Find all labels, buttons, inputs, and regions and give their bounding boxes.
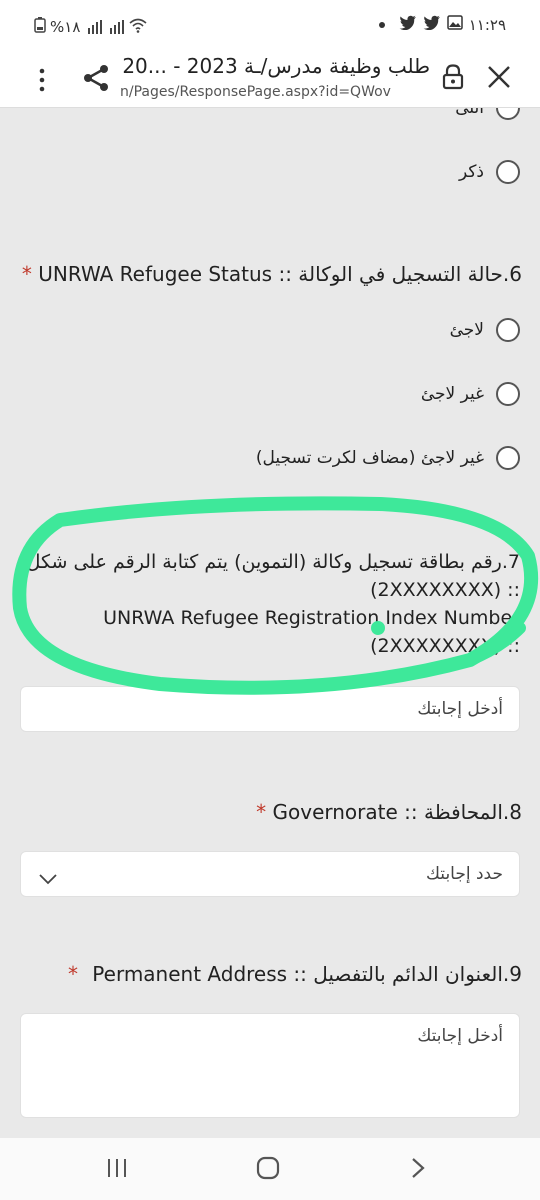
- governorate-select[interactable]: حدد إجابتك: [20, 851, 520, 897]
- chevron-down-icon: [39, 870, 57, 885]
- lock-icon[interactable]: [442, 64, 464, 90]
- option-label: ذكر: [458, 162, 484, 182]
- close-icon[interactable]: [486, 64, 512, 90]
- status-notifications: ١١:٢٩: [378, 15, 506, 34]
- back-icon[interactable]: [410, 1156, 426, 1180]
- input-placeholder: أدخل إجابتك: [417, 1026, 503, 1046]
- twitter-icon-2: [423, 15, 441, 34]
- signal-icon-2: [110, 20, 125, 34]
- question-7-line-2: :: (2XXXXXXXX): [370, 579, 520, 601]
- question-label: العنوان الدائم بالتفصيل :: Permanent Add…: [92, 962, 503, 986]
- select-placeholder: حدد إجابتك: [425, 864, 503, 884]
- notification-dot: [378, 21, 385, 28]
- question-6-title: 6.حالة التسجيل في الوكالة :: UNRWA Refug…: [22, 260, 522, 288]
- question-7-title: 7.رقم بطاقة تسجيل وكالة (التموين) يتم كت…: [27, 548, 520, 660]
- wifi-icon: [128, 17, 148, 37]
- question-7-line-3: UNRWA Refugee Registration Index Number: [103, 607, 520, 629]
- status-bar: %١٨ ١١:٢٩: [0, 0, 540, 50]
- required-mark: *: [67, 962, 78, 986]
- page-title: طلب وظيفة مدرس/ـة 2023 - ...20: [122, 54, 430, 78]
- question-8-title: 8.المحافظة :: Governorate *: [256, 798, 522, 826]
- option-male[interactable]: ذكر: [459, 160, 520, 184]
- more-options-icon[interactable]: [30, 66, 54, 94]
- recent-apps-icon[interactable]: [106, 1158, 128, 1178]
- share-icon[interactable]: [80, 62, 112, 94]
- page-url[interactable]: n/Pages/ResponsePage.aspx?id=QWov: [120, 84, 436, 100]
- question-number: 7.: [501, 551, 520, 573]
- battery-level: %١٨: [50, 18, 81, 36]
- battery-icon: [34, 17, 46, 37]
- option-refugee[interactable]: لاجئ: [450, 318, 520, 342]
- question-label: حالة التسجيل في الوكالة :: UNRWA Refugee…: [38, 262, 503, 286]
- status-indicators: %١٨: [34, 17, 148, 37]
- clock-time: ١١:٢٩: [468, 15, 506, 34]
- option-female[interactable]: أنثى: [455, 108, 520, 120]
- question-label: المحافظة :: Governorate: [272, 800, 503, 824]
- radio-button[interactable]: [496, 108, 520, 120]
- twitter-icon: [399, 15, 417, 34]
- question-number: 9.: [502, 962, 522, 986]
- permanent-address-input[interactable]: أدخل إجابتك: [20, 1013, 520, 1118]
- registration-number-input[interactable]: أدخل إجابتك: [20, 686, 520, 732]
- radio-button[interactable]: [496, 160, 520, 184]
- question-7-line-4: :: (2XXXXXXXX): [370, 635, 520, 657]
- option-non-refugee[interactable]: غير لاجئ: [421, 382, 520, 406]
- question-number: 6.: [502, 262, 522, 286]
- option-label: غير لاجئ: [420, 384, 484, 404]
- input-placeholder: أدخل إجابتك: [417, 699, 503, 719]
- required-mark: *: [256, 800, 267, 824]
- home-icon[interactable]: [256, 1156, 280, 1180]
- browser-toolbar: طلب وظيفة مدرس/ـة 2023 - ...20 n/Pages/R…: [0, 50, 540, 108]
- option-non-refugee-added[interactable]: غير لاجئ (مضاف لكرت تسجيل): [256, 446, 520, 470]
- radio-button[interactable]: [496, 318, 520, 342]
- question-9-title: 9.العنوان الدائم بالتفصيل :: Permanent A…: [68, 960, 522, 988]
- radio-button[interactable]: [496, 446, 520, 470]
- radio-button[interactable]: [496, 382, 520, 406]
- option-label: لاجئ: [449, 320, 484, 340]
- required-mark: *: [21, 262, 32, 286]
- form-content: أنثى ذكر 6.حالة التسجيل في الوكالة :: UN…: [0, 108, 540, 1138]
- option-label: أنثى: [455, 108, 484, 118]
- question-7-line-1: 7.رقم بطاقة تسجيل وكالة (التموين) يتم كت…: [26, 551, 520, 573]
- system-navigation-bar: [0, 1138, 540, 1200]
- signal-icon: [88, 20, 103, 34]
- question-number: 8.: [502, 800, 522, 824]
- gallery-icon: [446, 15, 463, 34]
- option-label: غير لاجئ (مضاف لكرت تسجيل): [255, 448, 484, 468]
